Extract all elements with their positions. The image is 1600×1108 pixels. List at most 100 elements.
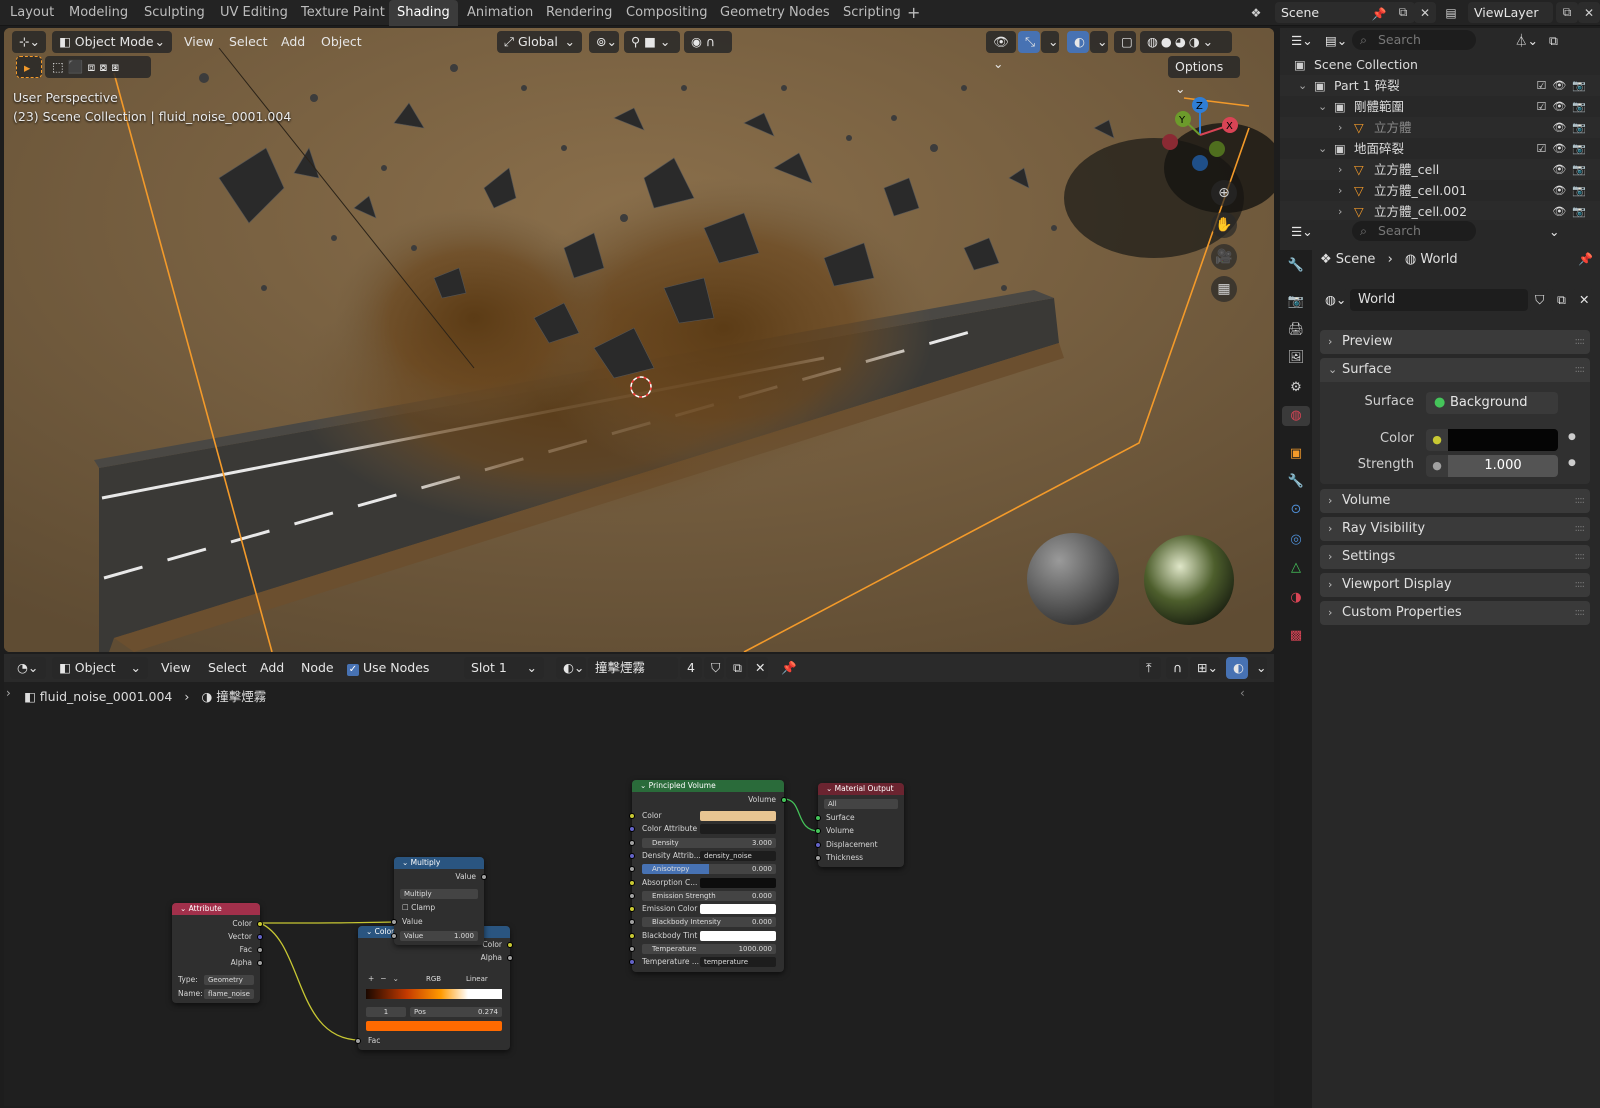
world-name-field[interactable]: World (1350, 289, 1528, 311)
outliner-row[interactable]: › ▽ 立方體_cell.002 👁📷 (1280, 201, 1600, 222)
menu-select[interactable]: Select (222, 31, 275, 53)
pv-value-7[interactable] (700, 904, 776, 915)
keyframe-dot-icon[interactable]: ● (1568, 432, 1576, 442)
visibility-toggles-icon[interactable]: ☑👁📷 (1536, 96, 1592, 117)
delete-viewlayer-icon[interactable]: ✕ (1578, 2, 1600, 23)
socket[interactable] (507, 942, 513, 948)
parent-node-tree-icon[interactable]: ⤒ (1139, 657, 1161, 679)
visibility-toggles-icon[interactable]: 👁📷 (1552, 159, 1592, 180)
physics-tab-icon[interactable]: ◎ (1286, 530, 1306, 550)
disclosure-icon[interactable]: ⌄ (1318, 138, 1327, 159)
render-tab-icon[interactable]: 📷 (1286, 292, 1306, 312)
menu-view[interactable]: View (177, 31, 221, 53)
duplicate-material-icon[interactable]: ⧉ (726, 657, 746, 679)
panel-custom-properties[interactable]: › Custom Properties:::: (1320, 601, 1590, 625)
socket[interactable] (629, 892, 635, 899)
overlay-toggle-icon[interactable]: ◐ (1067, 31, 1089, 53)
tab-rendering[interactable]: Rendering (538, 0, 620, 26)
socket[interactable] (815, 815, 821, 821)
viewlayer-icon[interactable]: ▤ (1440, 2, 1462, 23)
properties-editor-icon[interactable]: ☰⌄ (1284, 221, 1316, 243)
pv-field-4[interactable]: Anisotropy 0.000 (642, 864, 776, 875)
options-dropdown[interactable]: Options ⌄ (1168, 56, 1240, 96)
new-scene-icon[interactable]: ⧉ (1392, 2, 1414, 23)
perspective-grid-icon[interactable]: ▦ (1211, 276, 1237, 302)
panel-surface[interactable]: ⌄ Surface:::: (1320, 358, 1590, 382)
texture-tab-icon[interactable]: ▩ (1286, 626, 1306, 646)
socket[interactable] (815, 828, 821, 834)
view-layer-tab-icon[interactable]: 🖼 (1286, 348, 1306, 368)
pv-value-1[interactable] (700, 824, 776, 835)
tab-compositing[interactable]: Compositing (618, 0, 716, 26)
drag-grip-icon[interactable]: :::: (1575, 545, 1586, 569)
tab-texture-paint[interactable]: Texture Paint (293, 0, 393, 26)
mode-dropdown[interactable]: ◧ Object Mode ⌄ (52, 31, 172, 53)
socket[interactable] (391, 933, 397, 939)
drag-grip-icon[interactable]: :::: (1575, 517, 1586, 541)
socket[interactable] (629, 826, 635, 833)
properties-search[interactable]: ⌕ Search (1352, 221, 1476, 241)
pin-icon[interactable]: 📌 (1368, 3, 1390, 24)
socket[interactable] (629, 959, 635, 966)
ramp-stop-color[interactable] (366, 1021, 502, 1031)
viewlayer-field[interactable]: ViewLayer (1468, 2, 1553, 23)
ramp-interp-dropdown[interactable]: Linear (462, 974, 502, 984)
tab-layout[interactable]: Layout (2, 0, 62, 26)
pv-value-9[interactable] (700, 930, 776, 941)
material-browse-icon[interactable]: ◐⌄ (556, 657, 586, 679)
display-mode-icon[interactable]: ▤⌄ (1318, 30, 1350, 52)
ramp-index-field[interactable]: 1 (366, 1007, 406, 1017)
socket[interactable] (815, 842, 821, 848)
socket[interactable] (257, 921, 263, 927)
socket[interactable] (629, 946, 635, 952)
chevron-down-icon[interactable]: ⌄ (1041, 31, 1059, 53)
pan-hand-icon[interactable]: ✋ (1211, 212, 1237, 238)
socket[interactable] (355, 1038, 361, 1044)
socket[interactable] (629, 879, 635, 886)
tab-animation[interactable]: Animation (459, 0, 541, 26)
mul-clamp-checkbox[interactable]: ☐ Clamp (402, 903, 435, 913)
color-socket-icon[interactable]: ● (1426, 429, 1448, 451)
menu-object[interactable]: Object (314, 31, 369, 53)
socket[interactable] (629, 866, 635, 873)
attr-name-field[interactable]: flame_noise (204, 989, 254, 999)
tab-sculpting[interactable]: Sculpting (136, 0, 213, 26)
fake-user-shield-icon[interactable]: ⛉ (1528, 289, 1550, 311)
pivot-icon[interactable]: ⊚⌄ (589, 31, 619, 53)
strength-field[interactable]: 1.000 (1448, 455, 1558, 477)
unlink-world-icon[interactable]: ✕ (1572, 289, 1594, 311)
keyframe-dot-icon[interactable]: ● (1568, 458, 1576, 468)
node-menu-add[interactable]: Add (253, 657, 291, 679)
navigation-gizmo[interactable]: Z Y X (1160, 95, 1240, 175)
pv-field-2[interactable]: Density 3.000 (642, 837, 776, 848)
material-name-field[interactable]: 撞擊煙霧 (588, 657, 678, 679)
socket[interactable] (257, 960, 263, 966)
visibility-toggles-icon[interactable]: 👁📷 (1552, 201, 1592, 222)
node-menu-node[interactable]: Node (294, 657, 341, 679)
panel-preview[interactable]: › Preview:::: (1320, 330, 1590, 354)
panel-volume[interactable]: › Volume:::: (1320, 489, 1590, 513)
socket[interactable] (481, 874, 487, 880)
slot-dropdown[interactable]: Slot 1 ⌄ (464, 657, 544, 679)
outliner-row[interactable]: ▣ Scene Collection (1280, 54, 1600, 75)
user-count[interactable]: 4 (680, 657, 702, 679)
pv-value-5[interactable] (700, 877, 776, 888)
visibility-toggles-icon[interactable]: 👁📷 (1552, 180, 1592, 201)
sidebar-toggle-icon[interactable]: ‹ (1240, 686, 1245, 700)
new-viewlayer-icon[interactable]: ⧉ (1556, 2, 1578, 23)
gizmo-toggle-icon[interactable]: ⤡ (1018, 31, 1040, 53)
socket[interactable] (629, 932, 635, 939)
visibility-toggles-icon[interactable]: ☑👁📷 (1536, 138, 1592, 159)
panel-ray-visibility[interactable]: › Ray Visibility:::: (1320, 517, 1590, 541)
node-editor-type-icon[interactable]: ◔⌄ (10, 657, 46, 679)
socket[interactable] (391, 919, 397, 925)
multiply-node[interactable]: ⌄ Multiply Value Multiply ☐ Clamp Value … (391, 857, 487, 945)
chevron-down-icon[interactable]: ⌄ (1090, 31, 1108, 53)
outliner-search[interactable]: ⌕ Search (1352, 30, 1476, 50)
outliner-row[interactable]: › ▽ 立方體_cell 👁📷 (1280, 159, 1600, 180)
node-menu-view[interactable]: View (154, 657, 198, 679)
pv-field-10[interactable]: Temperature 1000.000 (642, 944, 776, 954)
drag-grip-icon[interactable]: :::: (1575, 489, 1586, 513)
attr-type-dropdown[interactable]: Geometry (204, 975, 254, 985)
world-browse-icon[interactable]: ◍⌄ (1318, 289, 1348, 311)
